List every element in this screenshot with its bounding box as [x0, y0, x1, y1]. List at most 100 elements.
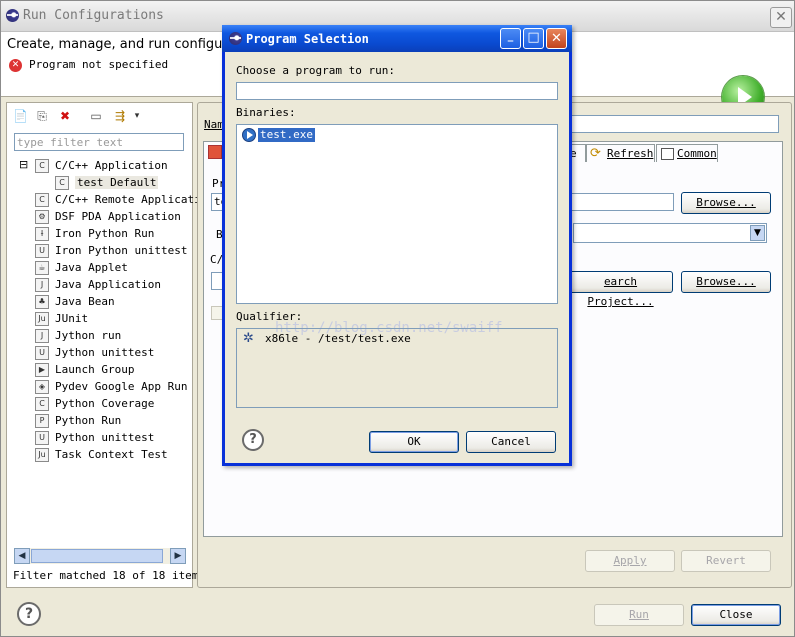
tree-item-label: Java Applet	[55, 261, 128, 274]
ok-button[interactable]: OK	[369, 431, 459, 453]
duplicate-icon[interactable]: ⎘	[35, 109, 49, 123]
apply-button[interactable]: Apply	[585, 550, 675, 572]
eclipse-icon	[6, 9, 19, 22]
tree-item-label: DSF PDA Application	[55, 210, 181, 223]
browse-application-button[interactable]: Browse...	[681, 271, 771, 293]
tree-item-label: Java Application	[55, 278, 161, 291]
help-icon[interactable]: ?	[17, 602, 41, 626]
chevron-down-icon[interactable]: ▼	[750, 225, 765, 241]
tree-item[interactable]: ⚙ DSF PDA Application	[7, 209, 190, 226]
tree-item[interactable]: Ctest Default	[7, 175, 190, 192]
tree-item-label: Python Coverage	[55, 397, 155, 410]
tree-item-label: Iron Python unittest	[55, 244, 188, 257]
google-app-icon: ◈	[35, 380, 49, 394]
maximize-button[interactable]: □	[523, 28, 544, 49]
tree-item-label: Python unittest	[55, 431, 155, 444]
dialog-title-bar: Program Selection _ □ ✕	[222, 25, 572, 52]
window-title: Run Configurations	[23, 8, 164, 23]
tree-item-label: Java Bean	[55, 295, 115, 308]
tree-item[interactable]: U Jython unittest	[7, 345, 190, 362]
tab-refresh[interactable]: ⟳ Refresh	[586, 144, 655, 162]
scroll-left-icon[interactable]: ◀	[14, 548, 30, 564]
build-config-select[interactable]	[573, 223, 767, 243]
binary-item-selected[interactable]: test.exe	[258, 128, 315, 142]
tree-item[interactable]: J Jython run	[7, 328, 190, 345]
qualifier-item[interactable]: x86le - /test/test.exe	[265, 332, 411, 345]
horizontal-scrollbar[interactable]: ◀ ▶	[14, 548, 186, 564]
search-project-button[interactable]: earch Project...	[568, 271, 673, 308]
error-icon: ✕	[9, 59, 22, 72]
tree-item[interactable]: ◈ Pydev Google App Run	[7, 379, 190, 396]
filter-input[interactable]: type filter text	[14, 133, 184, 151]
tree-item-label: Iron Python Run	[55, 227, 155, 240]
minimize-button[interactable]: _	[500, 28, 521, 49]
c-remote-icon: C	[35, 193, 49, 207]
collapse-all-icon[interactable]: ▭	[89, 109, 103, 123]
tab-common[interactable]: Common	[656, 144, 718, 162]
new-config-icon[interactable]: 📄	[13, 109, 28, 123]
c-application-icon: C	[35, 159, 49, 173]
close-button[interactable]: Close	[691, 604, 781, 626]
name-label: Nam	[204, 118, 224, 131]
cancel-button[interactable]: Cancel	[466, 431, 556, 453]
jython-unittest-icon: U	[35, 346, 49, 360]
tree-item[interactable]: C C/C++ Remote Applicati	[7, 192, 201, 209]
tree-item[interactable]: J Java Application	[7, 277, 190, 294]
java-application-icon: J	[35, 278, 49, 292]
python-coverage-icon: C	[35, 397, 49, 411]
cpu-icon: ✲	[243, 331, 254, 346]
c-config-icon: C	[55, 176, 69, 190]
task-context-icon: Ju	[35, 448, 49, 462]
tree-item[interactable]: ▶ Launch Group	[7, 362, 190, 379]
ironpython-unittest-icon: U	[35, 244, 49, 258]
refresh-icon: ⟳	[590, 146, 601, 161]
python-unittest-icon: U	[35, 431, 49, 445]
tree-item[interactable]: ♣ Java Bean	[7, 294, 190, 311]
filter-icon[interactable]: ⇶	[113, 109, 127, 123]
tree-item[interactable]: U Iron Python unittest	[7, 243, 190, 260]
tree-item-label: Jython unittest	[55, 346, 155, 359]
java-applet-icon: ☕	[35, 261, 49, 275]
tree-item[interactable]: ☕ Java Applet	[7, 260, 190, 277]
tree-item-label: Launch Group	[55, 363, 135, 376]
tree-item-label: Pydev Google App Run	[55, 380, 188, 393]
window-close-button[interactable]: ✕	[770, 7, 792, 28]
tree-item[interactable]: P Python Run	[7, 413, 190, 430]
program-name-input[interactable]	[236, 82, 558, 100]
scrollbar-thumb[interactable]	[31, 549, 163, 563]
tree-item-label: test Default	[75, 176, 159, 189]
delete-icon[interactable]: ✖	[58, 109, 72, 123]
binary-file-icon	[242, 128, 256, 142]
browse-project-button[interactable]: Browse...	[681, 192, 771, 214]
ironpython-run-icon: Ɨ	[35, 227, 49, 241]
qualifier-list[interactable]: ✲ x86le - /test/test.exe	[236, 328, 558, 408]
tree-item[interactable]: Ju Task Context Test	[7, 447, 190, 464]
banner-message: Program not specified	[29, 58, 169, 71]
chevron-down-icon[interactable]: ▾	[130, 109, 144, 123]
tree-item[interactable]: C Python Coverage	[7, 396, 190, 413]
program-selection-dialog: Program Selection _ □ ✕ Choose a program…	[222, 25, 572, 466]
tree-item[interactable]: Ju JUnit	[7, 311, 190, 328]
tree-item-label: Python Run	[55, 414, 122, 427]
tree-item-label: C/C++ Application	[55, 159, 168, 172]
tree-item-label: JUnit	[55, 312, 89, 325]
tree-item-label: Task Context Test	[55, 448, 168, 461]
tree-item-label: C/C++ Remote Applicati	[55, 193, 201, 206]
config-toolbar: 📄 ⎘ ✖ ▭ ⇶ ▾	[7, 103, 192, 129]
tree-item[interactable]: U Python unittest	[7, 430, 190, 447]
revert-button[interactable]: Revert	[681, 550, 771, 572]
binaries-list[interactable]: test.exe	[236, 124, 558, 304]
dialog-close-button[interactable]: ✕	[546, 28, 567, 49]
run-button[interactable]: Run	[594, 604, 684, 626]
collapse-icon[interactable]: ⊟	[19, 158, 28, 171]
dialog-title: Program Selection	[246, 32, 369, 46]
jython-run-icon: J	[35, 329, 49, 343]
tree-item[interactable]: Ɨ Iron Python Run	[7, 226, 190, 243]
eclipse-icon	[229, 32, 242, 45]
scroll-right-icon[interactable]: ▶	[170, 548, 186, 564]
tree-item[interactable]: ⊟ C C/C++ Application	[7, 158, 190, 175]
choose-program-label: Choose a program to run:	[236, 64, 395, 77]
common-icon	[661, 148, 674, 160]
help-icon[interactable]: ?	[242, 429, 264, 451]
java-bean-icon: ♣	[35, 295, 49, 309]
